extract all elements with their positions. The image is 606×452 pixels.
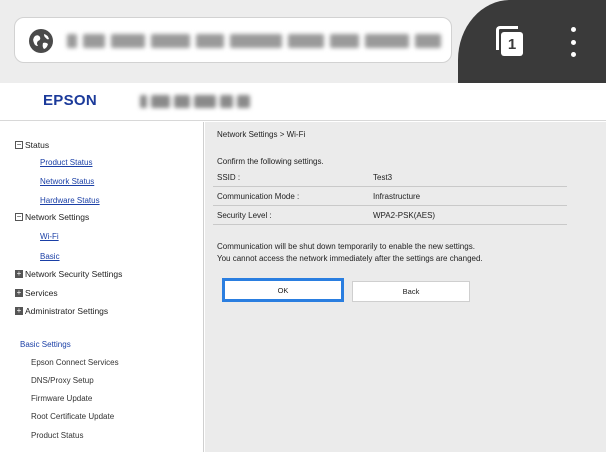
menu-dot-icon — [570, 39, 576, 45]
browser-toolbar: 1 — [0, 0, 606, 83]
sidebar-link-network-status[interactable]: Network Status — [40, 177, 94, 186]
menu-item-firmware-update[interactable]: Firmware Update — [31, 394, 92, 403]
sidebar-nav: − Status Product Status Network Status H… — [0, 122, 204, 452]
settings-row-communication-mode: Communication Mode : Infrastructure — [213, 187, 567, 206]
expand-icon[interactable]: + — [15, 307, 23, 315]
setting-label: SSID : — [217, 173, 241, 182]
sidebar-item-network-settings[interactable]: − Network Settings — [15, 212, 89, 222]
sidebar-item-status[interactable]: − Status — [15, 140, 49, 150]
globe-icon — [29, 29, 53, 53]
tab-count: 1 — [501, 32, 523, 56]
setting-value: WPA2-PSK(AES) — [373, 211, 436, 220]
setting-value: Infrastructure — [373, 192, 421, 201]
sidebar-link-hardware-status[interactable]: Hardware Status — [40, 196, 100, 205]
setting-label: Security Level : — [217, 211, 272, 220]
breadcrumb: Network Settings > Wi-Fi — [217, 130, 306, 139]
confirm-message: Confirm the following settings. — [217, 157, 324, 166]
settings-summary-table: SSID : Test3 Communication Mode : Infras… — [213, 168, 567, 225]
settings-row-security-level: Security Level : WPA2-PSK(AES) — [213, 206, 567, 225]
sidebar-item-network-security[interactable]: + Network Security Settings — [15, 269, 122, 279]
blurred-printer-name — [140, 95, 251, 109]
address-bar[interactable] — [14, 17, 452, 63]
expand-icon[interactable]: + — [15, 270, 23, 278]
setting-value: Test3 — [373, 173, 393, 182]
sidebar-item-services[interactable]: + Services — [15, 288, 58, 298]
site-header: EPSON — [0, 83, 606, 121]
menu-item-epson-connect[interactable]: Epson Connect Services — [31, 358, 119, 367]
menu-item-product-status[interactable]: Product Status — [31, 431, 83, 440]
epson-logo: EPSON — [43, 92, 98, 109]
blurred-url-text — [67, 32, 441, 50]
basic-settings-heading: Basic Settings — [20, 340, 71, 349]
menu-item-root-certificate[interactable]: Root Certificate Update — [31, 412, 114, 421]
sidebar-link-wifi[interactable]: Wi-Fi — [40, 232, 59, 241]
main-content: Network Settings > Wi-Fi Confirm the fol… — [205, 122, 606, 452]
settings-row-ssid: SSID : Test3 — [213, 168, 567, 187]
browser-toolbar-dark-area — [458, 0, 606, 83]
browser-menu-button[interactable] — [566, 27, 580, 57]
menu-item-dns-proxy[interactable]: DNS/Proxy Setup — [31, 376, 94, 385]
collapse-icon[interactable]: − — [15, 141, 23, 149]
ok-button[interactable]: OK — [222, 278, 344, 302]
warning-note: Communication will be shut down temporar… — [217, 241, 483, 265]
warning-line-1: Communication will be shut down temporar… — [217, 242, 475, 251]
tab-switcher-button[interactable]: 1 — [496, 26, 524, 56]
menu-dot-icon — [570, 27, 576, 32]
setting-label: Communication Mode : — [217, 192, 300, 201]
sidebar-link-product-status[interactable]: Product Status — [40, 158, 92, 167]
expand-icon[interactable]: + — [15, 289, 23, 297]
menu-dot-icon — [570, 52, 576, 57]
warning-line-2: You cannot access the network immediatel… — [217, 254, 483, 263]
back-button[interactable]: Back — [352, 281, 470, 302]
sidebar-link-basic[interactable]: Basic — [40, 252, 60, 261]
sidebar-item-administrator[interactable]: + Administrator Settings — [15, 306, 108, 316]
collapse-icon[interactable]: − — [15, 213, 23, 221]
